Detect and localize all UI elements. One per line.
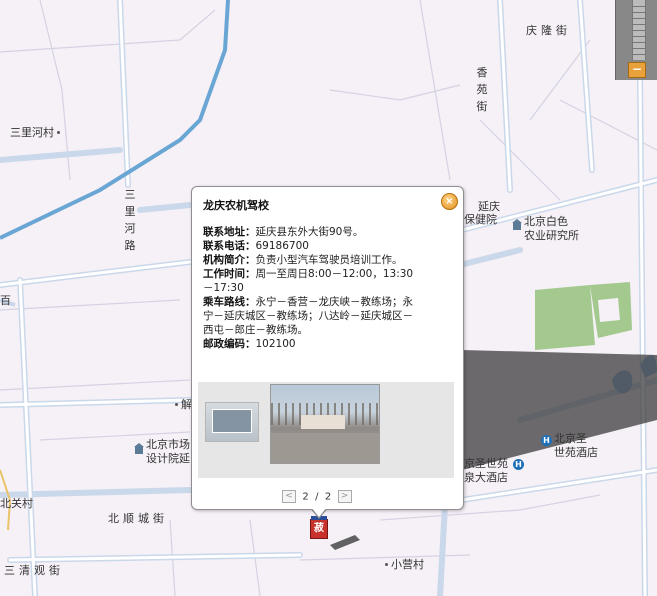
- place-label-shichang-2: 设计院延: [146, 452, 190, 465]
- place-label-yanqing-1: 延庆: [478, 200, 500, 213]
- detail-route: 乘车路线：永宁－香营－龙庆峡－教练场；永宁－延庆城区－教练场；八达岭－延庆城区－…: [203, 296, 413, 336]
- hotel-icon: H: [541, 435, 552, 446]
- place-label-baise-1: 北京白色: [524, 215, 568, 228]
- detail-hours: 工作时间：周一至周日8:00－12:00，13:30－17:30: [203, 268, 414, 294]
- place-label-beiguan-cun: 北关村: [0, 497, 33, 510]
- road-label-sanqing-guanjie: 三清观街: [4, 564, 64, 577]
- photo-pager: < 2 / 2 >: [282, 490, 352, 503]
- popup-details: 联系地址：延庆县东外大街90号。 联系电话：69186700 机构简介：负责小型…: [203, 225, 418, 351]
- zoom-control[interactable]: −: [615, 0, 657, 80]
- place-label-shengshiyuan-left-2: 泉大酒店: [464, 471, 508, 484]
- detail-address: 联系地址：延庆县东外大街90号。: [203, 226, 364, 238]
- place-label-shengshiyuan-2: 世苑酒店: [554, 446, 598, 459]
- close-icon[interactable]: ×: [441, 193, 458, 210]
- place-label-shengshiyuan-1: 北京圣: [554, 432, 587, 445]
- zoom-out-button[interactable]: −: [628, 62, 646, 78]
- institute-icon: [512, 219, 522, 230]
- detail-postcode: 邮政编码：102100: [203, 338, 296, 350]
- zoom-slider-track[interactable]: [632, 0, 646, 60]
- photo-strip: [198, 382, 454, 478]
- popup-title: 龙庆农机驾校: [203, 199, 269, 212]
- road-label-beishun-chengjie: 北顺城街: [108, 512, 168, 525]
- total-pages: 2: [324, 491, 332, 503]
- current-page: 2: [302, 491, 309, 503]
- detail-phone: 联系电话：69186700: [203, 240, 309, 252]
- place-label-shengshiyuan-left-1: 京圣世苑: [464, 457, 508, 470]
- popup-tail-inner: [310, 506, 328, 517]
- photo-thumbnail[interactable]: [205, 402, 259, 442]
- poi-dot: [385, 562, 388, 566]
- poi-dot: [175, 402, 178, 406]
- place-label-xiaoying-cun: 小营村: [382, 558, 424, 571]
- location-marker[interactable]: 菽: [310, 516, 328, 539]
- place-label-sanlihe-cun: 三里河村: [10, 126, 63, 139]
- prev-page-button[interactable]: <: [282, 490, 296, 503]
- marker-label: 菽: [314, 523, 324, 534]
- page-separator: /: [315, 491, 319, 503]
- info-popup: 龙庆农机驾校 × 联系地址：延庆县东外大街90号。 联系电话：69186700 …: [191, 186, 464, 510]
- road-label-xiangyuan-jie: 香苑街: [476, 66, 488, 113]
- place-label-baise-2: 农业研究所: [524, 229, 579, 242]
- road-label-qinglong-jie: 庆隆街: [526, 24, 571, 37]
- place-label-yanqing-2: 保健院: [464, 213, 497, 226]
- place-label-jie: 解: [172, 398, 192, 411]
- place-label-shichang-1: 北京市场: [146, 438, 190, 451]
- poi-dot: [57, 130, 60, 134]
- photo-thumbnail-selected[interactable]: [270, 384, 380, 464]
- institute-icon: [134, 443, 144, 454]
- road-label-sanlihe-lu: 三里河路: [124, 188, 136, 252]
- next-page-button[interactable]: >: [337, 490, 352, 503]
- detail-intro: 机构简介：负责小型汽车驾驶员培训工作。: [203, 254, 403, 266]
- hotel-icon: H: [513, 459, 524, 470]
- place-label-edge-left: 百: [0, 294, 11, 307]
